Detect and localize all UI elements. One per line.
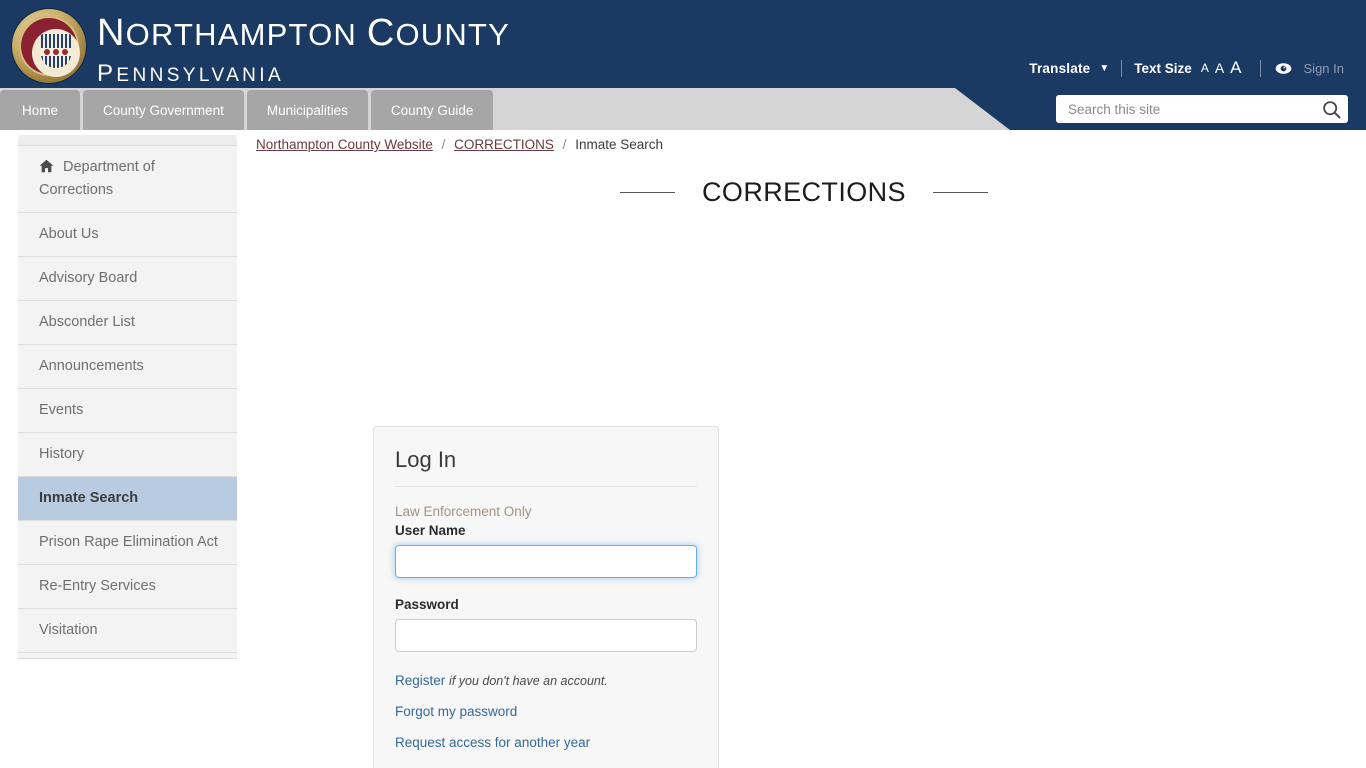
sign-in-link[interactable]: Sign In <box>1304 61 1344 76</box>
main-content: Northampton County Website / CORRECTIONS… <box>256 130 1352 208</box>
header-utility-bar: Translate ▼ Text Size A A A Sign In <box>1029 58 1344 78</box>
county-seal-logo[interactable] <box>12 9 86 83</box>
seal-shield-stripes-top <box>41 34 71 48</box>
search-submit-button[interactable] <box>1314 95 1348 123</box>
seal-shield-dots <box>43 48 69 56</box>
sidebar-item-about-us[interactable]: About Us <box>18 213 237 258</box>
brand-title-line2: PENNSYLVANIA <box>97 60 285 87</box>
login-heading: Log In <box>395 447 697 487</box>
law-enforcement-notice: Law Enforcement Only <box>395 504 532 519</box>
site-header: NORTHAMPTON COUNTY PENNSYLVANIA Translat… <box>0 0 1366 88</box>
breadcrumb-link-corrections[interactable]: CORRECTIONS <box>454 137 554 152</box>
chevron-down-icon[interactable]: ▼ <box>1099 63 1109 74</box>
sidebar-item-prison-rape-elimination-act[interactable]: Prison Rape Elimination Act <box>18 521 237 566</box>
password-input[interactable] <box>395 619 697 652</box>
search-icon <box>1322 100 1340 118</box>
title-rule-right <box>932 192 988 193</box>
login-links: Register if you don't have an account. F… <box>395 673 697 750</box>
username-label: User Name <box>395 523 697 538</box>
site-brand[interactable]: NORTHAMPTON COUNTY PENNSYLVANIA <box>97 14 510 86</box>
sidebar-item-visitation[interactable]: Visitation <box>18 609 237 654</box>
sidebar-item-history[interactable]: History <box>18 433 237 478</box>
utility-divider-1 <box>1121 59 1123 77</box>
page-title-row: CORRECTIONS <box>256 177 1352 208</box>
sidebar-item-label: Department of Corrections <box>39 159 155 199</box>
breadcrumb-link-northampton-county-website[interactable]: Northampton County Website <box>256 137 433 152</box>
page-title: CORRECTIONS <box>702 177 906 207</box>
text-size-medium-button[interactable]: A <box>1215 60 1224 76</box>
register-link[interactable]: Register <box>395 673 445 688</box>
seal-shield-stripes-bottom <box>41 56 71 68</box>
home-icon <box>39 159 54 180</box>
text-size-label: Text Size <box>1134 60 1192 76</box>
seal-shield-icon <box>41 34 71 68</box>
nav-tab-county-government[interactable]: County Government <box>83 90 244 130</box>
seal-outer-ring <box>19 16 80 77</box>
sidebar-item-re-entry-services[interactable]: Re-Entry Services <box>18 565 237 610</box>
nav-tab-home[interactable]: Home <box>0 90 81 130</box>
sidebar-item-department-of-corrections[interactable]: Department of Corrections <box>18 145 237 214</box>
register-note: if you don't have an account. <box>449 674 608 688</box>
breadcrumb-separator-1: / <box>441 137 446 152</box>
breadcrumb-separator-2: / <box>562 137 567 152</box>
nav-tab-list: Home County Government Municipalities Co… <box>0 88 496 130</box>
main-navigation-bar: Home County Government Municipalities Co… <box>0 88 1366 130</box>
field-spacer <box>395 578 697 597</box>
search-input[interactable] <box>1056 96 1314 122</box>
text-size-large-button[interactable]: A <box>1230 58 1241 78</box>
nav-tab-county-guide[interactable]: County Guide <box>370 90 494 130</box>
text-size-small-button[interactable]: A <box>1201 61 1209 75</box>
username-input[interactable] <box>395 545 697 578</box>
sidebar-item-advisory-board[interactable]: Advisory Board <box>18 257 237 302</box>
brand-title-line1: NORTHAMPTON COUNTY <box>97 12 510 54</box>
username-label-text: User Name <box>395 523 466 538</box>
sidebar-item-announcements[interactable]: Announcements <box>18 345 237 390</box>
seal-inner-disc <box>32 29 80 77</box>
site-search <box>1056 95 1348 123</box>
request-access-link[interactable]: Request access for another year <box>395 735 697 750</box>
eye-icon[interactable] <box>1275 62 1292 75</box>
breadcrumb: Northampton County Website / CORRECTIONS… <box>256 130 1352 152</box>
sidebar-item-inmate-search[interactable]: Inmate Search <box>18 477 237 522</box>
nav-tab-municipalities[interactable]: Municipalities <box>246 90 368 130</box>
register-link-row: Register if you don't have an account. <box>395 673 697 688</box>
translate-label[interactable]: Translate <box>1029 61 1090 76</box>
sidebar-bottom-spacer <box>18 653 237 660</box>
password-label: Password <box>395 597 459 612</box>
utility-divider-2 <box>1259 59 1261 77</box>
page-body: Department of Corrections About Us Advis… <box>0 130 1366 768</box>
login-panel: Log In Law Enforcement Only User Name Pa… <box>373 426 719 768</box>
breadcrumb-current-inmate-search: Inmate Search <box>575 137 663 152</box>
sidebar-item-absconder-list[interactable]: Absconder List <box>18 301 237 346</box>
section-sidebar-navigation: Department of Corrections About Us Advis… <box>18 135 237 660</box>
sidebar-item-events[interactable]: Events <box>18 389 237 434</box>
title-rule-left <box>620 192 676 193</box>
forgot-password-link[interactable]: Forgot my password <box>395 704 697 719</box>
